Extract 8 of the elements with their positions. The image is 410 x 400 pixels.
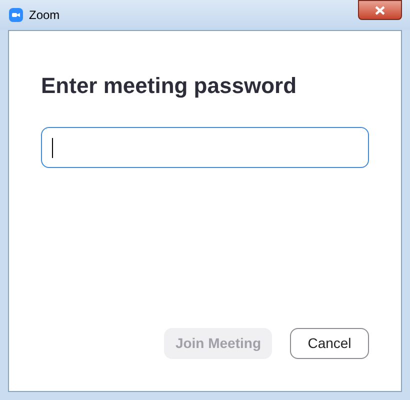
- close-button[interactable]: [358, 0, 402, 20]
- window-title: Zoom: [29, 7, 60, 24]
- password-field[interactable]: [41, 127, 369, 168]
- close-icon: [375, 6, 385, 14]
- heading: Enter meeting password: [41, 72, 298, 100]
- cancel-button[interactable]: Cancel: [290, 328, 369, 359]
- text-cursor: [52, 138, 53, 158]
- video-camera-icon: [9, 8, 23, 22]
